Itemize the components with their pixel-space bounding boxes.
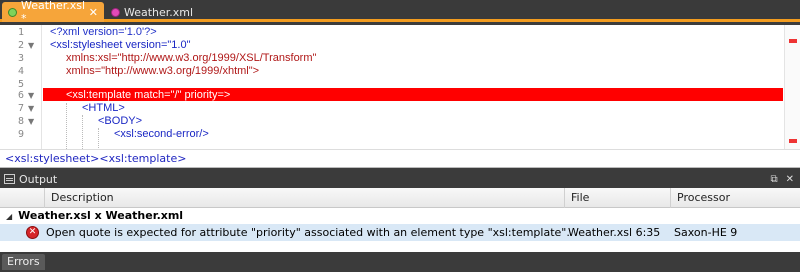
fold-toggle-icon[interactable]: ▼ (28, 89, 34, 102)
group-label: Weather.xsl x Weather.xml (18, 209, 184, 222)
code-line-3: xmlns:xsl="http://www.w3.org/1999/XSL/Tr… (66, 52, 317, 64)
code-line-8: <BODY> (98, 115, 143, 127)
editor-tab-bar: Weather.xsl * ✕ Weather.xml (0, 0, 800, 25)
line-number: 1 (17, 27, 24, 38)
line-number: 4 (17, 66, 24, 77)
panel-title: Output (19, 172, 58, 186)
error-marker[interactable] (789, 139, 797, 143)
editor-scrollbar[interactable] (784, 25, 800, 149)
fold-toggle-icon[interactable]: ▼ (28, 115, 34, 128)
line-number: 3 (17, 53, 24, 64)
breadcrumb: <xsl:stylesheet><xsl:template> (0, 149, 800, 168)
line-number: 6 (17, 90, 24, 101)
line-number: 2 (17, 40, 24, 51)
table-row[interactable]: ✕ Open quote is expected for attribute "… (0, 224, 800, 241)
output-table: Description File Processor ◢ Weather.xsl … (0, 188, 800, 252)
error-description: Open quote is expected for attribute "pr… (46, 226, 570, 239)
fold-toggle-icon[interactable]: ▼ (28, 102, 34, 115)
breadcrumb-item[interactable]: <xsl:template> (99, 152, 186, 165)
column-description[interactable]: Description (44, 188, 564, 208)
code-line-1: <?xml version='1.0'?> (50, 26, 157, 38)
table-header: Description File Processor (0, 188, 800, 208)
indent-guide (82, 115, 83, 149)
line-number: 8 (17, 116, 24, 127)
output-panel-header: Output ⧉ ✕ (0, 170, 800, 188)
code-line-4: xmlns="http://www.w3.org/1999/xhtml"> (66, 65, 260, 77)
output-icon (4, 174, 15, 184)
fold-toggle-icon[interactable]: ▼ (28, 39, 34, 52)
tab-label: Weather.xsl * (21, 0, 86, 25)
code-line-9: <xsl:second-error/> (114, 128, 209, 140)
xml-file-icon (111, 7, 120, 17)
indent-guide (66, 103, 67, 149)
indent-guide (98, 128, 99, 149)
tab-errors[interactable]: Errors (2, 254, 45, 270)
close-tab-icon[interactable]: ✕ (89, 7, 98, 18)
collapse-triangle-icon[interactable]: ◢ (6, 212, 12, 221)
xsl-file-icon (8, 7, 17, 17)
tab-weather-xsl[interactable]: Weather.xsl * ✕ (2, 0, 104, 25)
error-marker[interactable] (789, 39, 797, 43)
result-group-row[interactable]: ◢ Weather.xsl x Weather.xml (0, 208, 800, 224)
error-processor: Saxon-HE 9 (674, 226, 738, 239)
line-number: 9 (17, 129, 24, 140)
close-panel-icon[interactable]: ✕ (786, 174, 794, 185)
code-line-6: <xsl:template match="/" priority=> (66, 89, 231, 101)
breadcrumb-item[interactable]: <xsl:stylesheet> (5, 152, 99, 165)
code-line-7: <HTML> (82, 102, 125, 114)
restore-panel-icon[interactable]: ⧉ (770, 174, 777, 185)
column-file[interactable]: File (564, 188, 670, 208)
line-number: 7 (17, 103, 24, 114)
tab-weather-xml[interactable]: Weather.xml (105, 2, 205, 22)
bottom-tab-bar: Errors (0, 252, 800, 272)
error-icon: ✕ (26, 226, 39, 239)
column-processor[interactable]: Processor (670, 188, 800, 208)
code-editor[interactable]: 1 2 3 4 5 6 7 8 9 ▼ ▼ ▼ ▼ <?xml version=… (0, 25, 800, 149)
code-line-2: <xsl:stylesheet version="1.0" (50, 39, 191, 51)
line-number-gutter: 1 2 3 4 5 6 7 8 9 ▼ ▼ ▼ ▼ (0, 25, 42, 149)
error-file: Weather.xsl 6:35 (568, 226, 661, 239)
tab-label: Weather.xml (124, 5, 194, 19)
